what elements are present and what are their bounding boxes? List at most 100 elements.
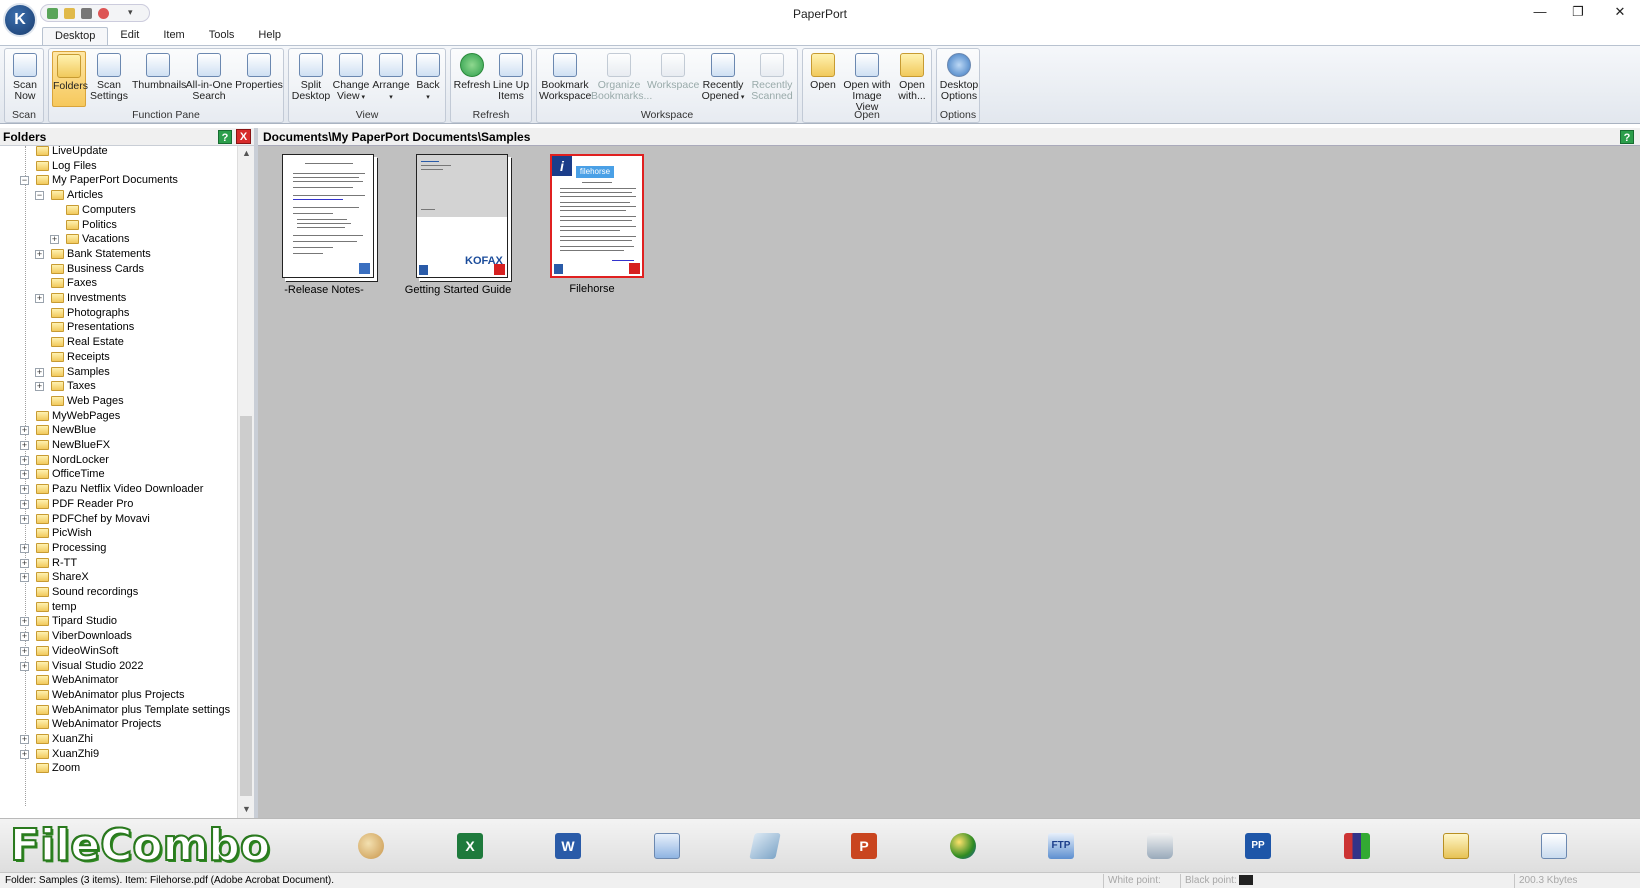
expand-icon[interactable]: +: [20, 485, 29, 495]
folder-item[interactable]: LiveUpdate: [0, 146, 237, 159]
folder-item[interactable]: + Pazu Netflix Video Downloader: [0, 482, 237, 497]
expand-icon[interactable]: +: [20, 455, 29, 465]
folder-item[interactable]: + XuanZhi: [0, 732, 237, 747]
folder-item[interactable]: + Visual Studio 2022: [0, 659, 237, 674]
folder-item[interactable]: Computers: [0, 203, 237, 218]
folder-item[interactable]: + Taxes: [0, 379, 237, 394]
restore-button[interactable]: ❐: [1560, 0, 1596, 24]
expand-icon[interactable]: +: [35, 249, 44, 259]
expand-icon[interactable]: +: [20, 514, 29, 524]
expand-icon[interactable]: +: [20, 470, 29, 480]
expand-icon[interactable]: +: [35, 367, 44, 377]
folder-item[interactable]: Real Estate: [0, 335, 237, 350]
split-desktop-button[interactable]: Split Desktop: [291, 51, 331, 107]
folder-item[interactable]: WebAnimator plus Projects: [0, 688, 237, 703]
folder-item[interactable]: PicWish: [0, 526, 237, 541]
folder-item[interactable]: + OfficeTime: [0, 467, 237, 482]
app-logo-icon[interactable]: K: [3, 3, 37, 37]
folder-item[interactable]: Web Pages: [0, 394, 237, 409]
recently-opened-button[interactable]: Recently Opened ▾: [699, 51, 747, 107]
tab-help[interactable]: Help: [246, 27, 293, 45]
scroll-up-icon[interactable]: ▲: [242, 148, 251, 158]
printer-icon[interactable]: [1147, 833, 1173, 859]
folder-item[interactable]: + Investments: [0, 291, 237, 306]
expand-icon[interactable]: +: [20, 499, 29, 509]
document-thumbnail-selected[interactable]: i filehorse Filehorse: [542, 154, 644, 295]
folder-item[interactable]: + Bank Statements: [0, 247, 237, 262]
scan-now-button[interactable]: Scan Now: [6, 51, 44, 107]
folder-item[interactable]: + R-TT: [0, 556, 237, 571]
expand-icon[interactable]: +: [20, 632, 29, 642]
minimize-button[interactable]: —: [1522, 0, 1558, 24]
change-view-button[interactable]: Change View ▾: [331, 51, 371, 107]
line-up-items-button[interactable]: Line Up Items: [491, 51, 531, 107]
collapse-icon[interactable]: −: [35, 191, 44, 201]
tab-desktop[interactable]: Desktop: [42, 27, 109, 45]
folder-item[interactable]: WebAnimator plus Template settings: [0, 703, 237, 718]
all-in-one-search-button[interactable]: All-in-One Search: [185, 51, 233, 107]
thumbnails-button[interactable]: Thumbnails: [132, 51, 186, 107]
expand-icon[interactable]: +: [20, 558, 29, 568]
back-button[interactable]: Back ▾: [411, 51, 445, 107]
expand-icon[interactable]: +: [35, 294, 44, 303]
folder-item[interactable]: + XuanZhi9: [0, 747, 237, 762]
expand-icon[interactable]: +: [20, 617, 29, 627]
folder-item[interactable]: Photographs: [0, 306, 237, 321]
expand-icon[interactable]: +: [20, 749, 29, 759]
folder-item[interactable]: − My PaperPort Documents: [0, 173, 237, 188]
folder-item[interactable]: + Processing: [0, 541, 237, 556]
close-button[interactable]: ✕: [1602, 0, 1638, 24]
folders-close-button[interactable]: X: [236, 129, 251, 144]
folder-item[interactable]: − Articles: [0, 188, 237, 203]
paperport-icon[interactable]: PP: [1245, 833, 1271, 859]
folder-item[interactable]: WebAnimator: [0, 673, 237, 688]
excel-icon[interactable]: X: [457, 833, 483, 859]
tab-item[interactable]: Item: [151, 27, 196, 45]
desktop-help-button[interactable]: ?: [1620, 130, 1634, 144]
ftp-icon[interactable]: FTP: [1048, 833, 1074, 859]
folder-item[interactable]: Zoom: [0, 761, 237, 776]
folder-item[interactable]: Log Files: [0, 159, 237, 174]
folder-item[interactable]: WebAnimator Projects: [0, 717, 237, 732]
people-icon[interactable]: [1344, 833, 1370, 859]
folder-item[interactable]: + PDFChef by Movavi: [0, 512, 237, 527]
folder-item[interactable]: + VideoWinSoft: [0, 644, 237, 659]
document-thumbnail[interactable]: KOFAX Getting Started Guide: [405, 154, 511, 296]
folder-item[interactable]: Business Cards: [0, 262, 237, 277]
folder-item[interactable]: + NordLocker: [0, 453, 237, 468]
word-icon[interactable]: W: [555, 833, 581, 859]
document-thumbnail[interactable]: -Release Notes-: [274, 154, 374, 296]
scroll-down-icon[interactable]: ▼: [242, 804, 251, 814]
tab-edit[interactable]: Edit: [108, 27, 151, 45]
folder-item[interactable]: Faxes: [0, 276, 237, 291]
open-button[interactable]: Open: [805, 51, 841, 107]
folders-button[interactable]: Folders: [52, 51, 88, 107]
folder-item[interactable]: + Samples: [0, 365, 237, 380]
recycle-icon[interactable]: [1443, 833, 1469, 859]
desktop-options-button[interactable]: Desktop Options: [938, 51, 980, 107]
collapse-icon[interactable]: −: [20, 176, 29, 186]
folder-item[interactable]: Sound recordings: [0, 585, 237, 600]
open-with-image-view-button[interactable]: Open with Image View: [841, 51, 893, 113]
recently-scanned-button[interactable]: Recently Scanned: [747, 51, 797, 107]
expand-icon[interactable]: +: [20, 573, 29, 583]
expand-icon[interactable]: +: [20, 735, 29, 744]
folder-item[interactable]: + Tipard Studio: [0, 614, 237, 629]
folder-item[interactable]: Politics: [0, 218, 237, 233]
folders-scrollbar[interactable]: ▲ ▼: [237, 146, 254, 818]
workspace-button[interactable]: Workspace: [647, 51, 699, 107]
bookmark-workspace-button[interactable]: Bookmark Workspace: [539, 51, 591, 107]
eraser-icon[interactable]: [749, 833, 781, 859]
folder-item[interactable]: + ViberDownloads: [0, 629, 237, 644]
expand-icon[interactable]: +: [50, 235, 59, 245]
folder-item[interactable]: + ShareX: [0, 570, 237, 585]
properties-button[interactable]: Properties: [235, 51, 283, 107]
browser-icon[interactable]: [950, 833, 976, 859]
powerpoint-icon[interactable]: P: [851, 833, 877, 859]
folder-item[interactable]: Receipts: [0, 350, 237, 365]
expand-icon[interactable]: +: [20, 646, 29, 656]
expand-icon[interactable]: +: [20, 426, 29, 436]
tab-tools[interactable]: Tools: [197, 27, 247, 45]
refresh-button[interactable]: Refresh: [453, 51, 491, 107]
folder-item[interactable]: MyWebPages: [0, 409, 237, 424]
